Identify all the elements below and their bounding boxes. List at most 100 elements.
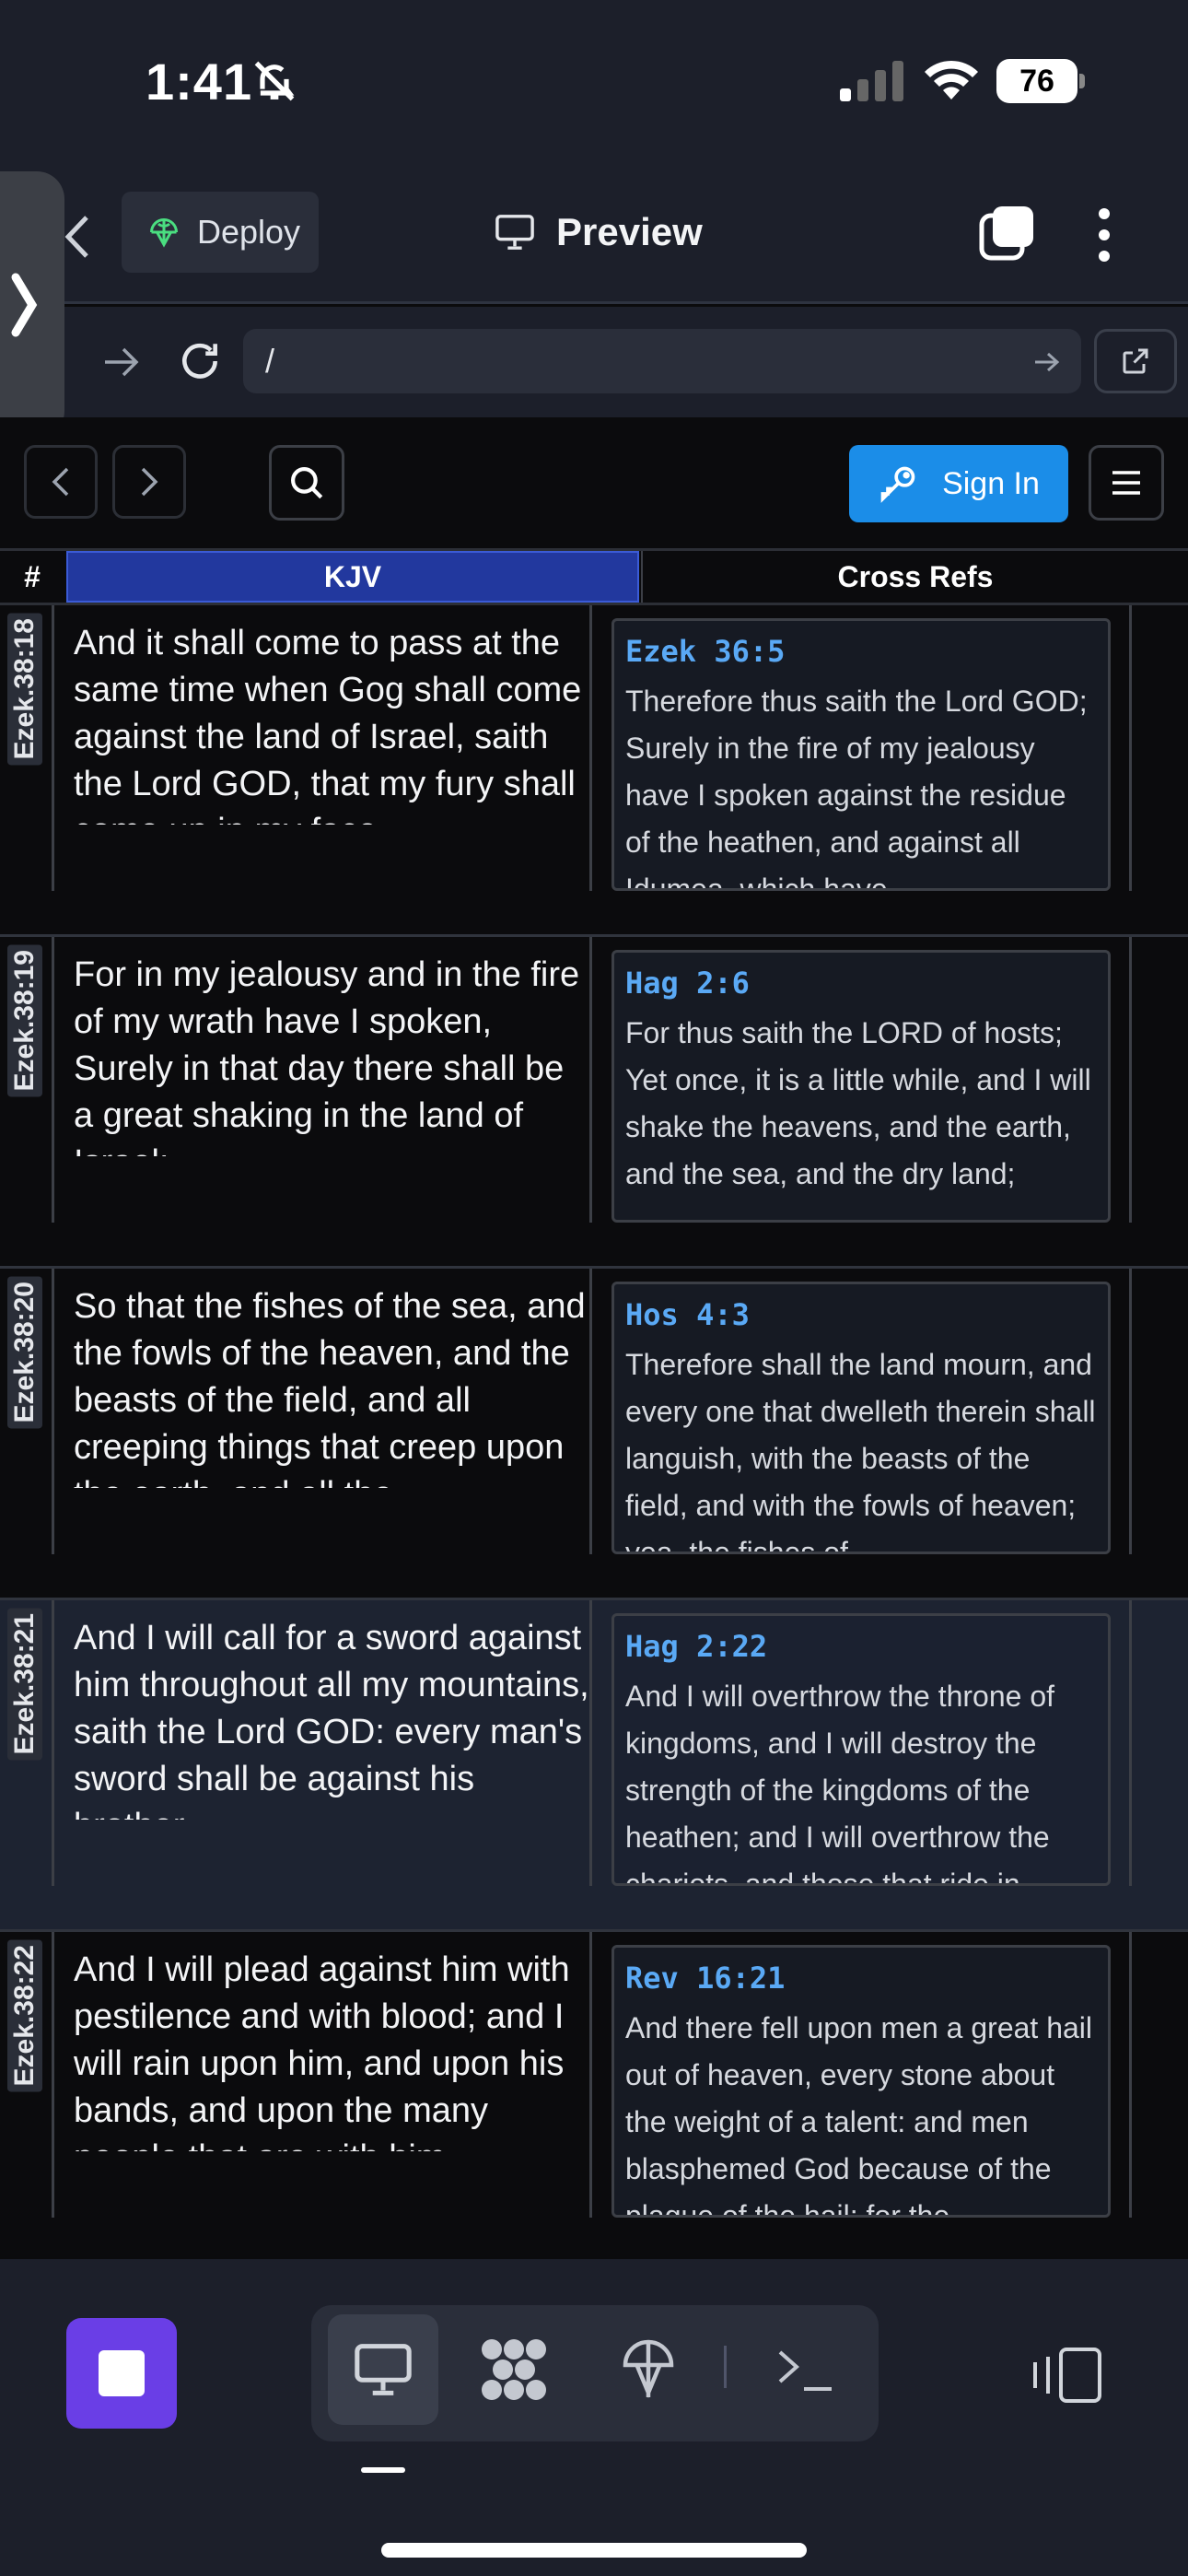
column-separator [589, 1600, 592, 1886]
tabs-icon[interactable] [978, 205, 1035, 262]
cross-ref-card[interactable]: Hag 2:22 And I will overthrow the throne… [611, 1613, 1111, 1886]
table-row: Ezek.38:22 And I will plead against him … [0, 1932, 1188, 2264]
battery-level: 76 [996, 59, 1077, 103]
home-indicator[interactable] [381, 2543, 807, 2558]
battery-tip [1079, 74, 1085, 88]
top-toolbar: Deploy Preview [0, 157, 1188, 304]
search-button[interactable] [269, 445, 344, 521]
deploy-tool-button[interactable] [593, 2314, 704, 2425]
cross-ref-text: And I will overthrow the throne of kingd… [625, 1680, 1055, 1886]
url-text: / [265, 342, 275, 380]
deploy-icon [150, 218, 178, 248]
table-header: # KJV Cross Refs [0, 548, 1188, 605]
table-row: Ezek.38:18 And it shall come to pass at … [0, 605, 1188, 937]
cross-ref-text: Therefore shall the land mourn, and ever… [625, 1348, 1096, 1554]
cross-ref-card[interactable]: Hag 2:6 For thus saith the LORD of hosts… [611, 950, 1111, 1223]
deploy-label: Deploy [197, 213, 301, 251]
monitor-icon [495, 215, 534, 250]
deploy-button[interactable]: Deploy [122, 192, 319, 273]
bottom-toolbar [0, 2259, 1188, 2576]
cross-ref-title[interactable]: Rev 16:21 [625, 1961, 1097, 1996]
verse-text: And I will call for a sword against him … [74, 1619, 589, 1820]
column-separator [589, 1932, 592, 2218]
verse-id: Ezek.38:18 [0, 605, 55, 919]
table-row: Ezek.38:20 So that the fishes of the sea… [0, 1269, 1188, 1600]
column-separator [1129, 937, 1132, 1223]
table-row: Ezek.38:21 And I will call for a sword a… [0, 1600, 1188, 1932]
column-separator [1129, 1600, 1132, 1886]
open-external-button[interactable] [1094, 329, 1177, 393]
stop-button[interactable] [66, 2318, 177, 2429]
column-separator [1129, 605, 1132, 891]
verse-id: Ezek.38:19 [0, 937, 55, 1250]
url-field[interactable]: / [243, 329, 1081, 393]
cross-ref-title[interactable]: Ezek 36:5 [625, 634, 1097, 669]
more-options-icon[interactable] [1090, 206, 1118, 263]
column-separator [589, 605, 592, 891]
verse-id-label: Ezek.38:22 [7, 1939, 42, 2092]
cross-ref-text: Therefore thus saith the Lord GOD; Surel… [625, 685, 1088, 891]
cross-ref-title[interactable]: Hag 2:22 [625, 1629, 1097, 1664]
verse-text: For in my jealousy and in the fire of my… [74, 955, 580, 1156]
external-link-icon [1123, 348, 1148, 374]
side-drawer-handle[interactable] [0, 171, 64, 439]
column-header-number: # [24, 559, 41, 593]
verse-id: Ezek.38:20 [0, 1269, 55, 1582]
deploy-icon [623, 2339, 674, 2398]
tool-divider [724, 2346, 727, 2388]
column-separator [589, 1269, 592, 1554]
row-divider [52, 1600, 54, 1886]
table-row: Ezek.38:19 For in my jealousy and in the… [0, 937, 1188, 1269]
cross-ref-card[interactable]: Hos 4:3 Therefore shall the land mourn, … [611, 1282, 1111, 1554]
sign-in-button[interactable]: Sign In [849, 445, 1068, 522]
menu-button[interactable] [1089, 445, 1164, 521]
chevron-right-icon [141, 467, 158, 497]
signal-icon [840, 61, 903, 101]
verse-id-label: Ezek.38:20 [7, 1276, 42, 1429]
prev-button[interactable] [24, 445, 98, 519]
back-chevron-icon[interactable] [63, 214, 90, 260]
cross-ref-card[interactable]: Rev 16:21 And there fell upon men a grea… [611, 1945, 1111, 2218]
verse-text: And I will plead against him with pestil… [74, 1950, 570, 2151]
verse-id-label: Ezek.38:19 [7, 944, 42, 1097]
column-separator [1129, 1932, 1132, 2218]
url-row: / [0, 307, 1188, 417]
monitor-icon [355, 2344, 412, 2395]
cross-ref-card[interactable]: Ezek 36:5 Therefore thus saith the Lord … [611, 618, 1111, 891]
terminal-icon [778, 2350, 832, 2391]
preview-tool-button[interactable] [328, 2314, 438, 2425]
tool-switcher [311, 2305, 879, 2441]
forward-arrow-icon[interactable] [103, 345, 140, 379]
chevron-right-icon [11, 273, 38, 337]
split-view-icon[interactable] [1028, 2346, 1103, 2405]
hamburger-menu-icon [1112, 471, 1140, 495]
row-divider [52, 1269, 54, 1554]
column-header-cross-refs[interactable]: Cross Refs [641, 551, 1188, 603]
go-arrow-icon[interactable] [1033, 351, 1061, 373]
shell-tool-button[interactable] [750, 2314, 860, 2425]
search-icon [291, 467, 323, 499]
agent-tool-button[interactable] [459, 2314, 569, 2425]
row-divider [52, 937, 54, 1223]
column-header-kjv[interactable]: KJV [66, 551, 639, 603]
key-icon [880, 466, 915, 503]
active-tab-indicator [361, 2467, 405, 2473]
column-separator [1129, 1269, 1132, 1554]
verse-text: And it shall come to pass at the same ti… [74, 624, 582, 825]
verse-id: Ezek.38:21 [0, 1600, 55, 1914]
chevron-left-icon [52, 467, 69, 497]
row-divider [52, 1932, 54, 2218]
reload-icon[interactable] [177, 338, 223, 384]
sign-in-label: Sign In [942, 465, 1040, 501]
preview-title: Preview [494, 205, 703, 260]
status-time: 1:41 [146, 53, 253, 111]
verse-id: Ezek.38:22 [0, 1932, 55, 2245]
cross-ref-title[interactable]: Hos 4:3 [625, 1297, 1097, 1332]
bell-muted-icon [254, 61, 295, 101]
column-separator [589, 937, 592, 1223]
cross-ref-text: And there fell upon men a great hail out… [625, 2011, 1092, 2218]
next-button[interactable] [112, 445, 186, 519]
cross-ref-title[interactable]: Hag 2:6 [625, 966, 1097, 1001]
battery-indicator: 76 [996, 59, 1085, 103]
status-bar: 1:41 76 [0, 0, 1188, 157]
